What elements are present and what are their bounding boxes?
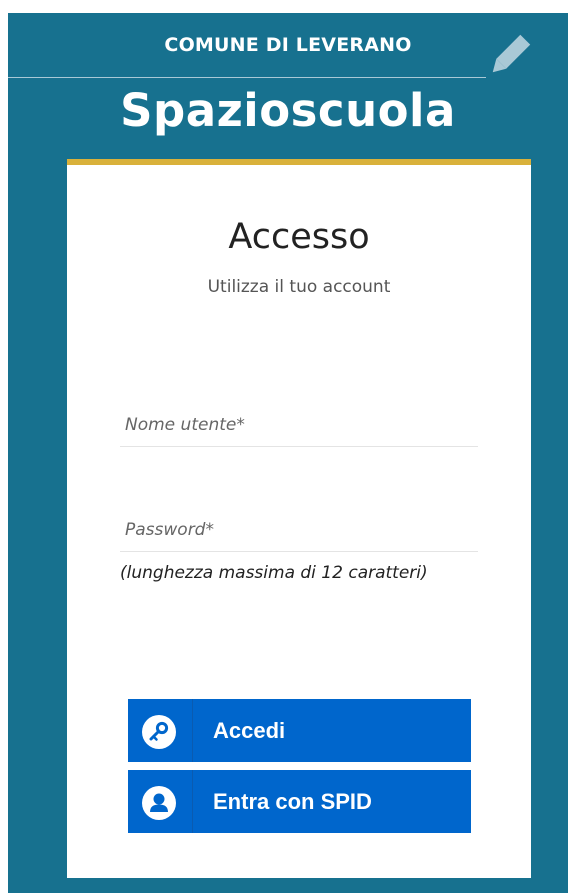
username-input[interactable] <box>120 403 478 447</box>
login-button-label: Accedi <box>213 718 286 743</box>
spid-button-icon-cell <box>128 770 193 833</box>
pencil-icon <box>492 34 531 73</box>
page-title: Accesso <box>228 217 370 257</box>
login-button-icon-cell <box>128 699 193 762</box>
spid-button-label: Entra con SPID <box>213 789 372 814</box>
header-divider <box>8 77 486 78</box>
password-input[interactable] <box>120 508 478 552</box>
password-hint: (lunghezza massima di 12 caratteri) <box>120 563 428 583</box>
spid-button[interactable]: Entra con SPID <box>128 770 471 833</box>
login-card: Accesso Utilizza il tuo account (lunghez… <box>67 159 531 878</box>
key-icon <box>142 715 176 749</box>
page-subtitle: Utilizza il tuo account <box>207 277 391 297</box>
site-brand: Spazioscuola <box>120 84 456 137</box>
user-icon <box>142 786 176 820</box>
login-button[interactable]: Accedi <box>128 699 471 762</box>
page-frame: COMUNE DI LEVERANO Spazioscuola Accesso … <box>8 13 568 893</box>
